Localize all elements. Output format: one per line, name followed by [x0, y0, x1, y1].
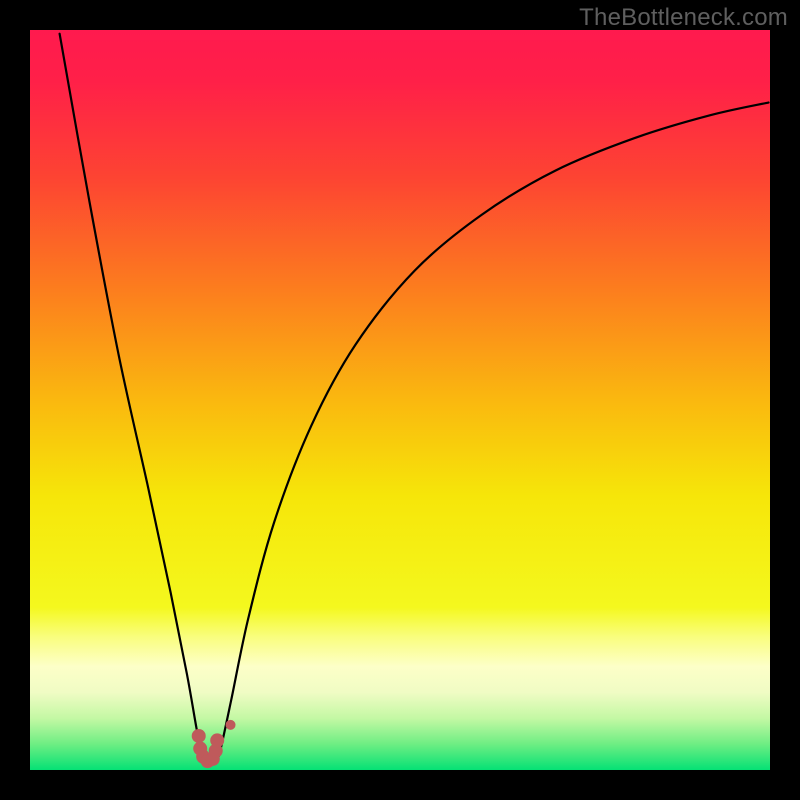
plot-background [30, 30, 770, 770]
optimum-marker [192, 729, 206, 743]
bottleneck-plot [30, 30, 770, 770]
optimum-marker [226, 720, 236, 730]
optimum-marker [210, 733, 224, 747]
watermark-text: TheBottleneck.com [579, 4, 788, 32]
chart-stage: TheBottleneck.com [0, 0, 800, 800]
